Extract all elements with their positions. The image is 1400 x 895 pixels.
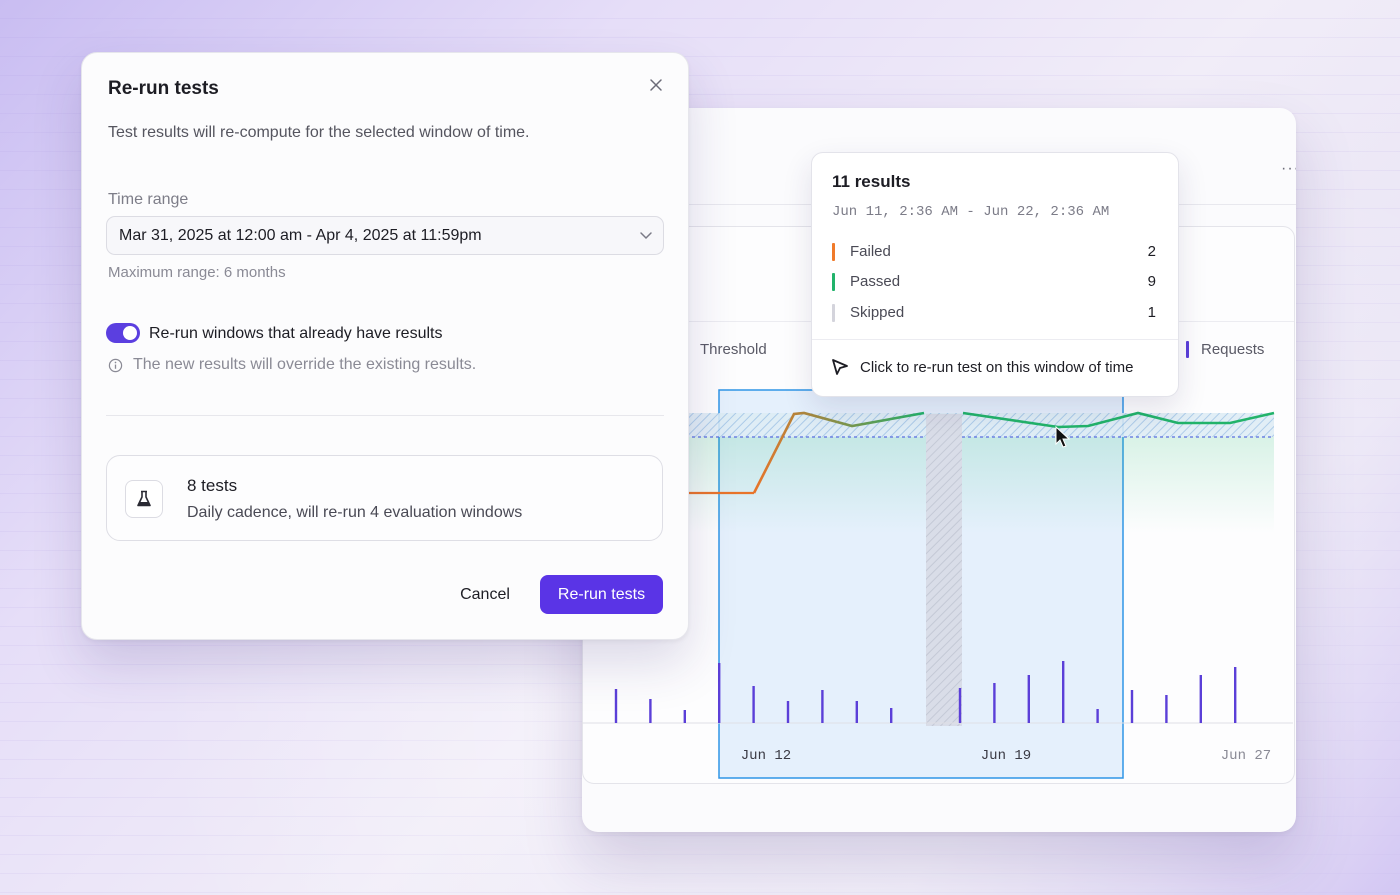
tooltip-row-value: 2	[1147, 243, 1156, 260]
tooltip-row-passed: Passed 9	[832, 272, 1156, 292]
toggle-knob	[123, 326, 137, 340]
rerun-tests-button[interactable]: Re-run tests	[540, 575, 663, 614]
cancel-button[interactable]: Cancel	[442, 577, 528, 613]
tests-cadence: Daily cadence, will re-run 4 evaluation …	[187, 504, 523, 521]
rerun-existing-toggle[interactable]	[106, 323, 140, 343]
override-info: The new results will override the existi…	[108, 356, 476, 374]
skipped-swatch	[832, 304, 835, 322]
failed-swatch	[832, 243, 835, 261]
toggle-label: Re-run windows that already have results	[149, 325, 443, 342]
tooltip-row-value: 9	[1147, 273, 1156, 290]
tooltip-divider	[812, 339, 1178, 340]
x-tick-label: Jun 27	[1221, 748, 1271, 764]
skipped-window	[926, 414, 962, 726]
x-tick-label: Jun 19	[981, 748, 1031, 764]
tooltip-row-label: Failed	[850, 243, 891, 260]
dialog-description: Test results will re-compute for the sel…	[108, 124, 530, 141]
time-range-label: Time range	[108, 191, 189, 208]
time-range-select[interactable]: Mar 31, 2025 at 12:00 am - Apr 4, 2025 a…	[106, 216, 664, 255]
tooltip-title: 11 results	[832, 172, 911, 191]
x-tick-label: Jun 12	[741, 748, 791, 764]
rerun-tests-dialog: Re-run tests Test results will re-comput…	[81, 52, 689, 640]
flask-icon-box	[125, 480, 163, 518]
dialog-title: Re-run tests	[108, 78, 219, 99]
tooltip-row-label: Skipped	[850, 304, 905, 321]
time-range-hint: Maximum range: 6 months	[108, 264, 286, 281]
tooltip-rerun-action[interactable]: Click to re-run test on this window of t…	[830, 358, 1133, 376]
tooltip-row-skipped: Skipped 1	[832, 303, 1156, 323]
tests-summary-card: 8 tests Daily cadence, will re-run 4 eva…	[106, 455, 663, 541]
dialog-divider	[106, 415, 664, 416]
pointer-icon	[832, 359, 848, 375]
tooltip-row-failed: Failed 2	[832, 242, 1156, 262]
flask-icon	[137, 490, 151, 507]
chevron-down-icon	[640, 232, 652, 240]
close-icon[interactable]	[646, 75, 666, 95]
passed-swatch	[832, 273, 835, 291]
info-icon	[108, 358, 123, 372]
tooltip-action-label: Click to re-run test on this window of t…	[860, 358, 1134, 376]
time-range-value: Mar 31, 2025 at 12:00 am - Apr 4, 2025 a…	[119, 227, 482, 244]
tooltip-range: Jun 11, 2:36 AM - Jun 22, 2:36 AM	[832, 204, 1110, 220]
tooltip-row-label: Passed	[850, 273, 901, 290]
results-tooltip[interactable]: 11 results Jun 11, 2:36 AM - Jun 22, 2:3…	[811, 152, 1179, 397]
tests-count: 8 tests	[187, 476, 238, 495]
info-text: The new results will override the existi…	[133, 356, 477, 373]
tooltip-row-value: 1	[1147, 304, 1156, 321]
